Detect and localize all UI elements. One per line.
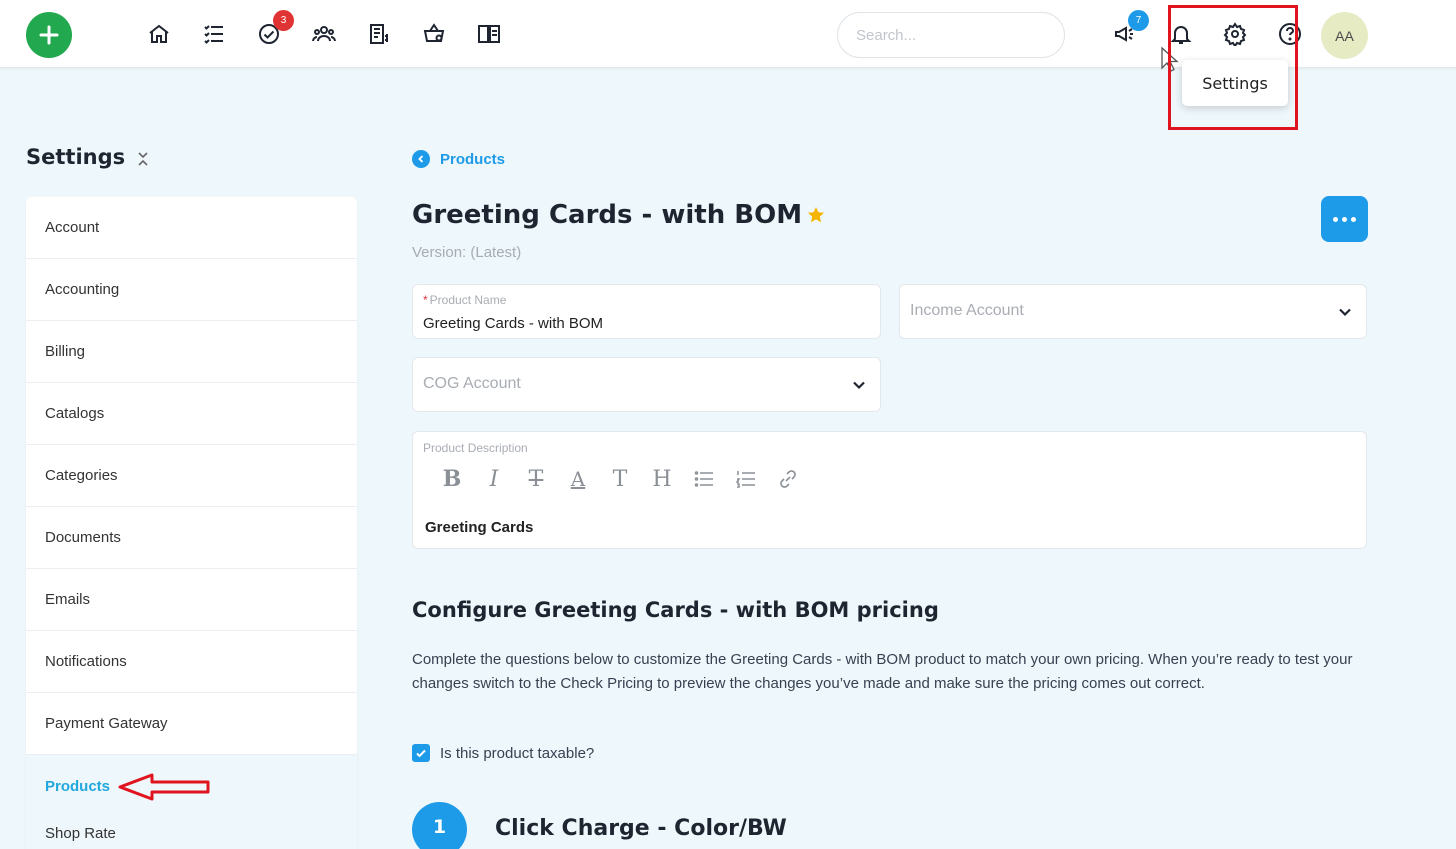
product-description-editor[interactable]: Product Description B I T A T H Greeting… [412,431,1367,549]
add-button[interactable] [26,12,72,58]
text-size-button[interactable]: T [599,464,641,494]
cog-account-select[interactable]: COG Account [412,357,881,412]
product-name-value[interactable]: Greeting Cards - with BOM [423,315,603,332]
sidebar-item-categories[interactable]: Categories [26,445,357,507]
taxable-checkbox-row[interactable]: Is this product taxable? [412,744,594,762]
home-icon[interactable] [146,21,172,47]
breadcrumb-products[interactable]: Products [440,151,505,168]
red-arrow-annotation-icon [118,773,210,801]
avatar[interactable]: AA [1321,12,1368,59]
step-title: Click Charge - Color/BW [495,816,787,841]
link-icon[interactable] [767,464,809,494]
sidebar-item-billing[interactable]: Billing [26,321,357,383]
sidebar-item-emails[interactable]: Emails [26,569,357,631]
income-account-placeholder: Income Account [910,302,1024,319]
sidebar-item-payment-gateway[interactable]: Payment Gateway [26,693,357,755]
dot-icon [1342,216,1347,222]
invoice-icon[interactable] [366,21,392,47]
heading-button[interactable]: H [641,464,683,494]
users-group-icon[interactable] [311,21,337,47]
page-title: Greeting Cards - with BOM [412,200,826,230]
dot-icon [1351,216,1356,222]
highlight-annotation-box [1168,5,1298,130]
chevron-down-icon [853,381,865,390]
dot-icon [1333,216,1338,222]
configure-pricing-description: Complete the questions below to customiz… [412,651,1353,692]
sidebar-item-shop-rate[interactable]: Shop Rate [26,817,357,849]
product-name-label: * Product Name [423,293,507,307]
text-color-button[interactable]: A [557,464,599,494]
income-account-select[interactable]: Income Account [899,284,1367,339]
sidebar-item-accounting[interactable]: Accounting [26,259,357,321]
taxable-label: Is this product taxable? [440,744,595,762]
product-description-label: Product Description [423,441,528,455]
more-options-button[interactable] [1321,196,1368,242]
product-description-value[interactable]: Greeting Cards [425,519,533,536]
sidebar-item-notifications[interactable]: Notifications [26,631,357,693]
plus-icon [39,25,59,45]
step-number-badge: 1 [412,802,467,849]
sidebar-item-catalogs[interactable]: Catalogs [26,383,357,445]
breadcrumb[interactable]: Products [412,150,505,168]
page-title-text: Greeting Cards - with BOM [412,200,803,230]
cog-account-placeholder: COG Account [423,375,521,392]
version-label: Version: (Latest) [412,244,522,261]
announcements-badge: 7 [1128,10,1149,31]
sidebar-item-documents[interactable]: Documents [26,507,357,569]
star-icon[interactable] [806,205,826,225]
bullet-list-icon[interactable] [683,464,725,494]
editor-toolbar: B I T A T H [431,464,809,494]
product-name-field[interactable]: * Product Name Greeting Cards - with BOM [412,284,881,339]
tasks-badge: 3 [273,10,294,31]
collapse-chevrons-icon[interactable] [136,150,150,168]
strikethrough-button[interactable]: T [515,464,557,494]
search-input[interactable] [837,12,1065,58]
catalog-book-icon[interactable] [476,21,502,47]
taxable-checkbox[interactable] [412,744,430,762]
configure-pricing-heading: Configure Greeting Cards - with BOM pric… [412,598,939,622]
settings-heading: Settings [26,145,126,169]
bold-button[interactable]: B [431,464,473,494]
sidebar-item-account[interactable]: Account [26,197,357,259]
check-icon [416,749,426,758]
back-chevron-icon [412,150,430,168]
settings-sidebar: Account Accounting Billing Catalogs Cate… [26,197,357,849]
list-icon[interactable] [201,21,227,47]
chevron-down-icon [1339,308,1351,317]
italic-button[interactable]: I [473,464,515,494]
shop-basket-icon[interactable] [421,21,447,47]
numbered-list-icon[interactable] [725,464,767,494]
